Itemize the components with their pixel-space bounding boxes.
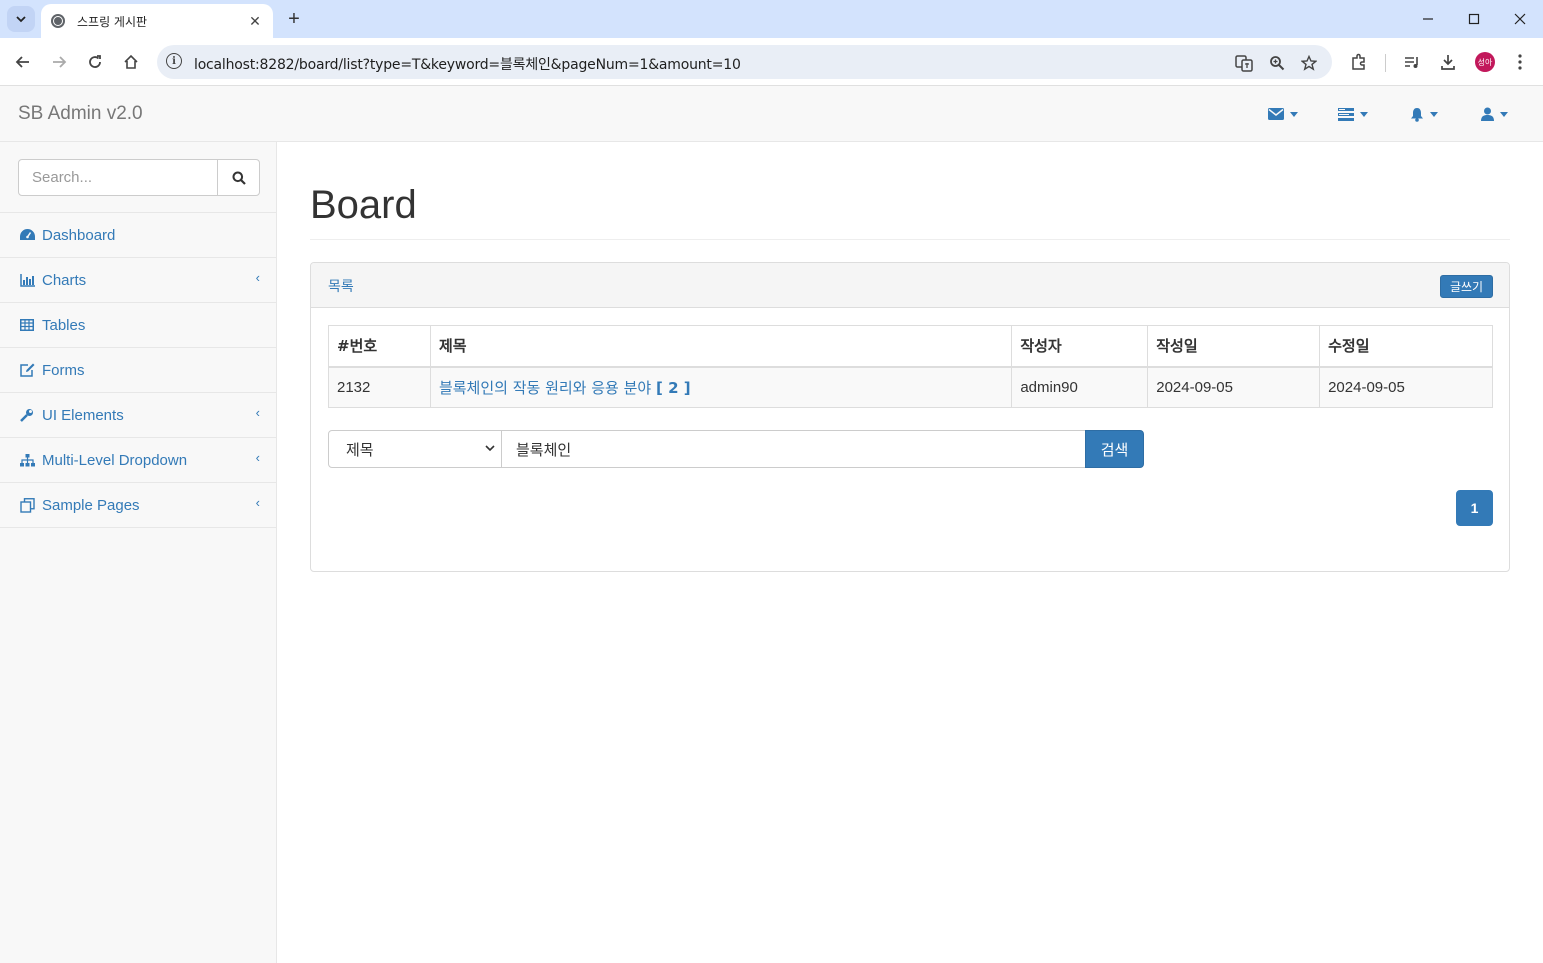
close-tab-icon[interactable]: ✕ xyxy=(245,11,265,31)
address-bar[interactable]: i localhost:8282/board/list?type=T&keywo… xyxy=(157,45,1332,79)
panel-heading: 목록 글쓰기 xyxy=(311,263,1509,308)
reply-count: [ 2 ] xyxy=(656,378,691,397)
tasks-icon xyxy=(1338,107,1354,121)
tab-title: 스프링 게시판 xyxy=(77,14,148,29)
pagination-page-1[interactable]: 1 xyxy=(1456,490,1493,526)
browser-tab-strip: 스프링 게시판 ✕ + xyxy=(0,0,1543,38)
column-header-regdate: 작성일 xyxy=(1147,325,1321,368)
downloads-icon[interactable] xyxy=(1436,50,1460,74)
sidebar-item-label: Tables xyxy=(42,316,86,334)
chevron-left-icon: ‹ xyxy=(255,270,260,285)
new-tab-button[interactable]: + xyxy=(283,8,305,30)
chevron-down-icon xyxy=(485,445,495,452)
bell-icon xyxy=(1411,107,1423,122)
search-type-value: 제목 xyxy=(346,440,374,459)
column-header-number: #번호 xyxy=(328,325,431,368)
back-arrow-icon[interactable] xyxy=(9,48,37,76)
bookmark-star-icon[interactable] xyxy=(1299,53,1319,73)
edit-icon xyxy=(19,362,35,378)
browser-tab[interactable]: 스프링 게시판 ✕ xyxy=(41,4,273,38)
table-row: 2132 블록체인의 작동 원리와 응용 분야 [ 2 ] admin90 20… xyxy=(328,366,1493,408)
table-header-row: #번호 제목 작성자 작성일 수정일 xyxy=(328,325,1493,368)
board-table: #번호 제목 작성자 작성일 수정일 2132 블록체인의 작동 원리와 응용 … xyxy=(328,325,1493,408)
profile-avatar[interactable]: 성아 xyxy=(1475,52,1495,72)
sidebar-item-label: Dashboard xyxy=(42,226,116,244)
sidebar-item-label: Multi-Level Dropdown xyxy=(42,451,188,469)
chevron-left-icon: ‹ xyxy=(255,450,260,465)
search-type-select[interactable]: 제목 xyxy=(328,430,502,468)
search-keyword-input[interactable]: 블록체인 xyxy=(501,430,1086,468)
write-post-button[interactable]: 글쓰기 xyxy=(1440,275,1493,298)
sidebar-item-ui-elements[interactable]: UI Elements ‹ xyxy=(0,393,276,438)
sidebar-item-forms[interactable]: Forms xyxy=(0,348,276,393)
panel-title: 목록 xyxy=(328,279,354,295)
alerts-dropdown[interactable] xyxy=(1410,104,1438,124)
caret-down-icon xyxy=(1290,111,1298,117)
sidebar-item-label: Sample Pages xyxy=(42,496,140,514)
user-dropdown[interactable] xyxy=(1481,104,1508,124)
messages-dropdown[interactable] xyxy=(1268,104,1298,124)
sidebar-item-charts[interactable]: Charts ‹ xyxy=(0,258,276,303)
post-title-link[interactable]: 블록체인의 작동 원리와 응용 분야 xyxy=(439,379,651,397)
sidebar-item-sample-pages[interactable]: Sample Pages ‹ xyxy=(0,483,276,528)
chevron-down-icon xyxy=(16,16,26,23)
post-updatedate: 2024-09-05 xyxy=(1319,366,1493,408)
column-header-updatedate: 수정일 xyxy=(1319,325,1493,368)
dashboard-icon xyxy=(19,227,35,243)
post-regdate: 2024-09-05 xyxy=(1147,366,1321,408)
chevron-left-icon: ‹ xyxy=(255,405,260,420)
page-header-divider xyxy=(310,239,1510,240)
bar-chart-icon xyxy=(19,272,35,288)
maximize-icon[interactable] xyxy=(1459,6,1489,32)
user-icon xyxy=(1481,107,1494,121)
caret-down-icon xyxy=(1500,111,1508,117)
globe-icon xyxy=(51,14,65,28)
zoom-icon[interactable] xyxy=(1267,53,1287,73)
navbar-brand[interactable]: SB Admin v2.0 xyxy=(18,103,143,125)
tasks-dropdown[interactable] xyxy=(1338,104,1368,124)
sidebar-item-dashboard[interactable]: Dashboard xyxy=(0,213,276,258)
top-navbar: SB Admin v2.0 xyxy=(0,86,1543,142)
column-header-title: 제목 xyxy=(429,325,1013,368)
reload-icon[interactable] xyxy=(81,48,109,76)
close-window-icon[interactable] xyxy=(1505,6,1535,32)
sidebar-item-label: Forms xyxy=(42,361,85,379)
caret-down-icon xyxy=(1430,111,1438,117)
files-icon xyxy=(19,497,35,513)
post-title-cell: 블록체인의 작동 원리와 응용 분야 [ 2 ] xyxy=(429,366,1013,408)
sidebar-item-tables[interactable]: Tables xyxy=(0,303,276,348)
forward-arrow-icon[interactable] xyxy=(45,48,73,76)
sitemap-icon xyxy=(19,452,35,468)
wrench-icon xyxy=(19,407,35,423)
extensions-icon[interactable] xyxy=(1347,50,1371,74)
sidebar-search xyxy=(0,142,276,213)
browser-toolbar: i localhost:8282/board/list?type=T&keywo… xyxy=(0,38,1543,86)
sidebar: Dashboard Charts ‹ Tables Forms UI Eleme… xyxy=(0,142,277,963)
post-number: 2132 xyxy=(328,366,431,408)
sidebar-item-label: Charts xyxy=(42,271,87,289)
sidebar-search-input[interactable] xyxy=(18,159,218,196)
toolbar-divider xyxy=(1385,54,1386,72)
caret-down-icon xyxy=(1360,111,1368,117)
search-icon xyxy=(232,171,246,185)
post-writer: admin90 xyxy=(1011,366,1149,408)
page-title: Board xyxy=(310,183,417,227)
envelope-icon xyxy=(1268,108,1284,120)
sidebar-search-button[interactable] xyxy=(217,159,260,196)
search-submit-button[interactable]: 검색 xyxy=(1085,430,1144,468)
sidebar-item-multi-level-dropdown[interactable]: Multi-Level Dropdown ‹ xyxy=(0,438,276,483)
browser-menu-icon[interactable] xyxy=(1508,50,1532,74)
site-info-icon[interactable]: i xyxy=(166,53,182,69)
translate-icon[interactable] xyxy=(1234,53,1254,73)
url-text[interactable]: localhost:8282/board/list?type=T&keyword… xyxy=(194,54,741,74)
table-icon xyxy=(19,317,35,333)
tab-search-button[interactable] xyxy=(7,6,35,32)
home-icon[interactable] xyxy=(117,48,145,76)
media-controls-icon[interactable] xyxy=(1400,50,1424,74)
column-header-writer: 작성자 xyxy=(1011,325,1149,368)
sidebar-item-label: UI Elements xyxy=(42,406,124,424)
board-panel: 목록 글쓰기 #번호 제목 작성자 작성일 수정일 2132 블록체인의 작동 … xyxy=(310,262,1510,572)
chevron-left-icon: ‹ xyxy=(255,495,260,510)
minimize-icon[interactable] xyxy=(1413,6,1443,32)
